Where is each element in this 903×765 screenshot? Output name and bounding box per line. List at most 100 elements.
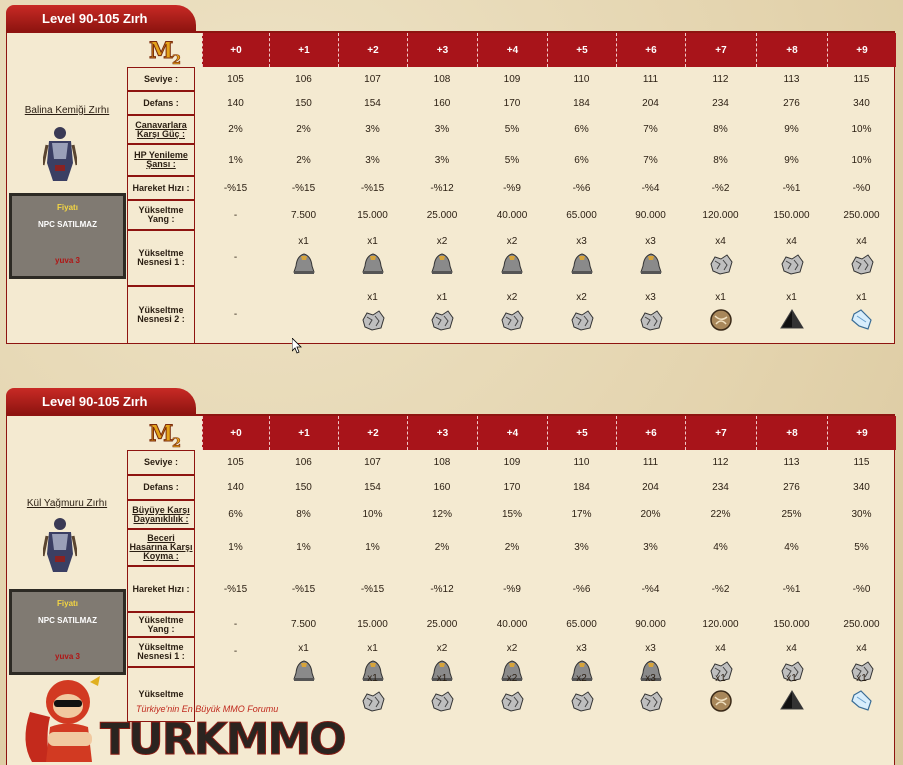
upgrade-header: +5 (547, 416, 616, 450)
svg-text:M: M (149, 421, 173, 447)
stat-value: 106 (295, 73, 312, 85)
stat-value: -%15 (291, 583, 316, 595)
material-quantity: x1 (786, 673, 797, 684)
stat-value: 3% (365, 154, 380, 166)
stat-value: 15% (501, 509, 522, 520)
stat-value: 1% (365, 542, 380, 553)
stat-label: Seviye : (127, 450, 195, 475)
bell-icon[interactable] (638, 252, 664, 276)
m2-logo-icon: M2 (147, 36, 187, 69)
material-quantity: x4 (715, 643, 726, 654)
ore-icon[interactable] (429, 689, 455, 713)
ore-icon[interactable] (360, 689, 386, 713)
ore-icon[interactable] (779, 252, 805, 276)
material-quantity: x1 (367, 643, 378, 654)
stat-value: 2% (228, 124, 243, 135)
stat-value: 4% (713, 542, 728, 553)
stat-value: 12% (431, 509, 452, 520)
svg-text:2: 2 (172, 436, 181, 449)
stat-value: 8% (713, 154, 728, 166)
upgrade-header: +7 (685, 416, 756, 450)
material-quantity: x1 (298, 643, 309, 654)
stat-value: 110 (573, 73, 590, 85)
ore-icon[interactable] (499, 689, 525, 713)
stat-value: - (233, 209, 238, 221)
pyramid-icon[interactable] (779, 308, 805, 332)
stat-value: 154 (364, 97, 381, 109)
material-quantity: x3 (576, 643, 587, 654)
stat-value: 276 (783, 97, 800, 109)
stat-value: -%12 (430, 583, 454, 595)
stat-value: 25.000 (426, 209, 458, 221)
bell-icon[interactable] (499, 252, 525, 276)
ore-icon[interactable] (569, 308, 595, 332)
item-name-link[interactable]: Kül Yağmuru Zırhı (7, 498, 127, 509)
upgrade-header: +3 (407, 33, 477, 67)
material-quantity: x1 (367, 236, 378, 247)
stat-value: 115 (853, 73, 870, 85)
stat-value: 110 (573, 457, 590, 468)
stat-value: - (233, 619, 238, 630)
stat-value: 140 (227, 97, 244, 109)
stat-label: HP Yenileme Şansı : (127, 144, 195, 176)
stat-value: 15.000 (357, 209, 388, 221)
ore-icon[interactable] (638, 308, 664, 332)
ore-icon[interactable] (360, 308, 386, 332)
stat-value: 6% (574, 124, 589, 135)
upgrade-header: +4 (477, 33, 547, 67)
stat-value: -%6 (572, 583, 591, 595)
pyramid-icon[interactable] (779, 689, 805, 713)
bell-icon[interactable] (360, 252, 386, 276)
upgrade-header: +7 (685, 33, 756, 67)
ore-icon[interactable] (499, 308, 525, 332)
material-quantity: x1 (367, 292, 378, 303)
crystal-icon[interactable] (849, 308, 875, 332)
crystal-icon[interactable] (849, 689, 875, 713)
ore-icon[interactable] (708, 252, 734, 276)
stat-label: Yükseltme Yang : (127, 200, 195, 230)
material-quantity: x4 (786, 643, 797, 654)
stat-value: 111 (642, 73, 659, 85)
stat-value: 22% (710, 509, 731, 520)
bell-icon[interactable] (291, 659, 317, 683)
stat-value: -%15 (291, 182, 316, 194)
stat-value: 2% (434, 542, 450, 553)
orb-icon[interactable] (708, 308, 734, 332)
material-quantity: - (233, 646, 238, 657)
material-quantity: x2 (506, 643, 518, 654)
ore-icon[interactable] (849, 252, 875, 276)
ore-icon[interactable] (569, 689, 595, 713)
stat-value: 108 (433, 457, 451, 468)
stat-value: -%1 (782, 182, 801, 194)
stat-value: 105 (227, 457, 244, 468)
stat-value: 340 (853, 97, 870, 109)
material-quantity: x4 (715, 236, 726, 247)
bell-icon[interactable] (429, 252, 455, 276)
stat-value: 65.000 (566, 209, 597, 221)
stat-value: 115 (853, 457, 870, 468)
stat-value: -%4 (641, 182, 660, 194)
stat-value: 20% (640, 509, 661, 520)
mouse-cursor-icon (292, 338, 302, 354)
armor-panel: Level 90-105 Zırh Balina Kemiği Zırhı Fiya… (6, 5, 896, 344)
material-quantity: x2 (506, 292, 518, 303)
material-quantity: x1 (367, 673, 378, 684)
ore-icon[interactable] (638, 689, 664, 713)
stat-value: 170 (503, 97, 521, 109)
material-quantity: - (233, 252, 238, 263)
stat-value: 5% (504, 124, 520, 135)
stat-value: -%15 (360, 182, 385, 194)
stat-value: 184 (573, 482, 590, 493)
bell-icon[interactable] (569, 252, 595, 276)
price-value: NPC SATILMAZ (38, 616, 97, 625)
orb-icon[interactable] (708, 689, 734, 713)
ore-icon[interactable] (429, 308, 455, 332)
stat-value: 234 (712, 97, 729, 109)
bell-icon[interactable] (291, 252, 317, 276)
material-quantity: x3 (645, 236, 656, 247)
stat-label: Hareket Hızı : (127, 566, 195, 612)
item-name-link[interactable]: Balina Kemiği Zırhı (7, 105, 127, 116)
stat-value: -%6 (572, 182, 591, 194)
stat-value: 234 (712, 482, 729, 493)
material-quantity: x3 (576, 236, 587, 247)
